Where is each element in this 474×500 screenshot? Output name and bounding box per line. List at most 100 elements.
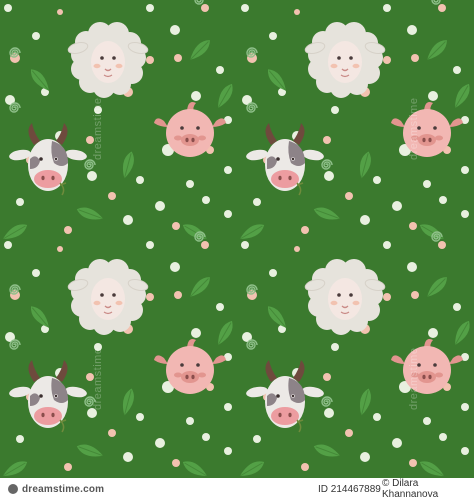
pink-dot <box>172 459 180 467</box>
white-dot <box>224 403 232 411</box>
white-dot <box>331 106 339 114</box>
white-dot <box>87 171 97 181</box>
white-dot <box>216 66 224 74</box>
white-dot <box>123 215 133 225</box>
pink-dot <box>409 459 417 467</box>
stage: dreamstime dreamstime dreamstime dreamst… <box>0 0 474 500</box>
watermark: dreamstime <box>408 347 420 410</box>
white-dot <box>392 438 402 448</box>
pink-dot <box>294 246 300 252</box>
pink-dot <box>57 246 63 252</box>
white-dot <box>423 417 431 425</box>
white-dot <box>146 4 154 12</box>
white-dot <box>324 171 334 181</box>
pink-dot <box>383 293 391 301</box>
pink-dot <box>201 241 209 249</box>
pink-dot <box>411 291 419 299</box>
white-dot <box>4 4 12 12</box>
pink-dot <box>438 241 446 249</box>
white-dot <box>407 262 417 272</box>
pink-dot <box>201 4 209 12</box>
pink-dot <box>345 192 353 200</box>
pink-dot <box>411 54 419 62</box>
white-dot <box>170 25 180 35</box>
white-dot <box>360 452 370 462</box>
pink-dot <box>174 291 182 299</box>
white-dot <box>186 417 194 425</box>
farm-animal-pattern <box>0 0 474 478</box>
white-dot <box>16 198 24 206</box>
white-dot <box>461 403 469 411</box>
white-dot <box>202 433 210 441</box>
pink-dot <box>172 222 180 230</box>
white-dot <box>16 435 24 443</box>
pink-dot <box>174 54 182 62</box>
pink-dot <box>323 136 331 144</box>
white-dot <box>202 196 210 204</box>
logo-text: dreamstime.com <box>22 483 105 495</box>
white-dot <box>155 438 165 448</box>
pink-dot <box>146 56 154 64</box>
white-dot <box>428 328 438 338</box>
white-dot <box>136 176 144 184</box>
white-dot <box>392 201 402 211</box>
white-dot <box>383 241 391 249</box>
white-dot <box>241 241 249 249</box>
watermark: dreamstime <box>92 347 104 410</box>
white-dot <box>439 196 447 204</box>
white-dot <box>461 210 469 218</box>
white-dot <box>32 32 40 40</box>
pink-dot <box>294 9 300 15</box>
white-dot <box>241 4 249 12</box>
white-dot <box>186 180 194 188</box>
background <box>0 0 474 478</box>
pink-dot <box>146 293 154 301</box>
white-dot <box>324 408 334 418</box>
white-dot <box>461 166 469 174</box>
white-dot <box>170 262 180 272</box>
logo-icon <box>8 484 18 494</box>
white-dot <box>216 303 224 311</box>
pink-dot <box>301 226 309 234</box>
white-dot <box>123 452 133 462</box>
white-dot <box>453 303 461 311</box>
pink-dot <box>345 429 353 437</box>
footer-bar: dreamstime.com ID 214467889 © Dilara Kha… <box>0 478 474 500</box>
white-dot <box>439 433 447 441</box>
white-dot <box>269 269 277 277</box>
pink-dot <box>323 373 331 381</box>
white-dot <box>4 241 12 249</box>
white-dot <box>428 91 438 101</box>
white-dot <box>461 447 469 455</box>
white-dot <box>155 201 165 211</box>
white-dot <box>191 91 201 101</box>
pink-dot <box>409 222 417 230</box>
white-dot <box>136 413 144 421</box>
pink-dot <box>383 56 391 64</box>
white-dot <box>373 176 381 184</box>
pink-dot <box>57 9 63 15</box>
white-dot <box>191 328 201 338</box>
pink-dot <box>64 463 72 471</box>
white-dot <box>224 447 232 455</box>
white-dot <box>146 241 154 249</box>
white-dot <box>407 25 417 35</box>
watermark: dreamstime <box>408 97 420 160</box>
white-dot <box>331 343 339 351</box>
white-dot <box>224 210 232 218</box>
pink-dot <box>108 429 116 437</box>
white-dot <box>360 215 370 225</box>
white-dot <box>423 180 431 188</box>
pink-dot <box>301 463 309 471</box>
pink-dot <box>64 226 72 234</box>
white-dot <box>32 269 40 277</box>
pink-dot <box>438 4 446 12</box>
white-dot <box>373 413 381 421</box>
white-dot <box>224 166 232 174</box>
image-author: © Dilara Khannanova <box>382 478 439 500</box>
white-dot <box>269 32 277 40</box>
white-dot <box>453 66 461 74</box>
white-dot <box>253 198 261 206</box>
pink-dot <box>108 192 116 200</box>
image-id: ID 214467889 <box>318 483 381 495</box>
